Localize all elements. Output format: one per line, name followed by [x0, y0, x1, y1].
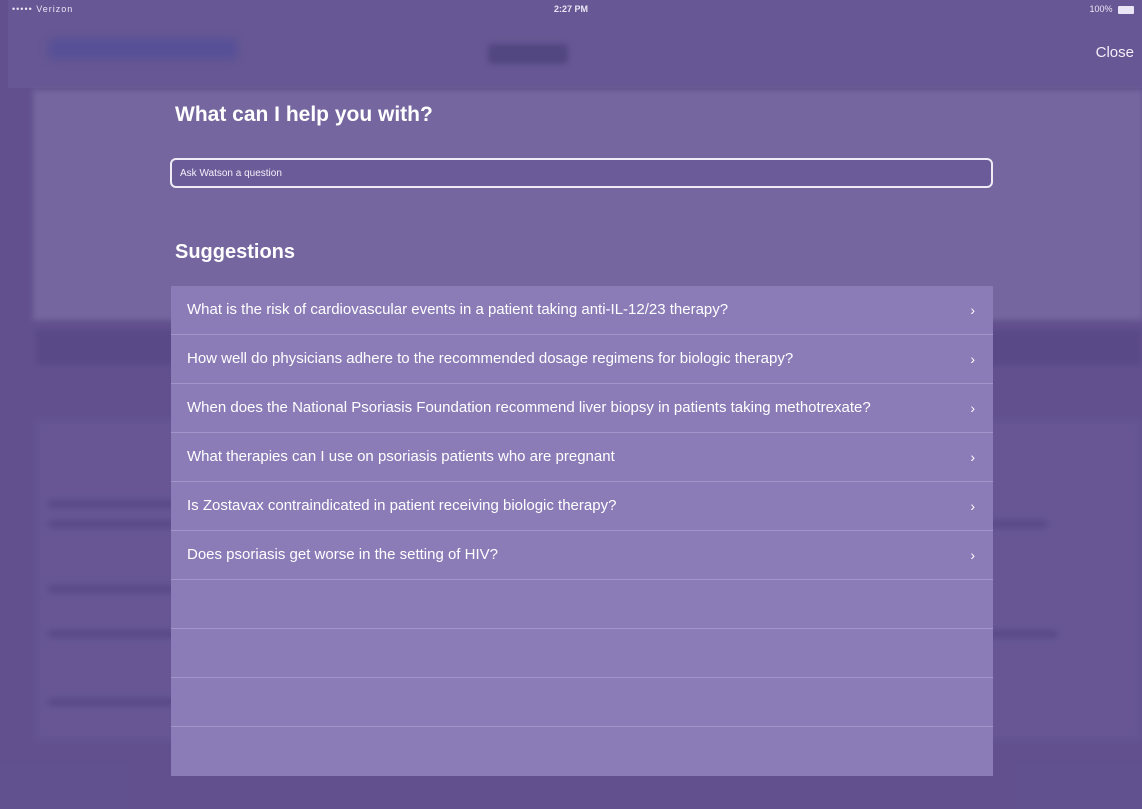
empty-row — [171, 629, 993, 678]
battery-percent: 100% — [1089, 4, 1113, 14]
suggestion-text: Does psoriasis get worse in the setting … — [187, 546, 498, 563]
suggestion-text: How well do physicians adhere to the rec… — [187, 350, 794, 367]
suggestions-heading: Suggestions — [175, 241, 296, 263]
empty-row — [171, 678, 993, 727]
clock: 2:27 PM — [554, 4, 589, 14]
battery-indicator: 100% — [1089, 4, 1134, 14]
chevron-right-icon: › — [970, 400, 975, 416]
chevron-right-icon: › — [970, 302, 975, 318]
battery-icon — [1118, 5, 1134, 14]
suggestions-list: What is the risk of cardiovascular event… — [171, 286, 993, 776]
chevron-right-icon: › — [970, 547, 975, 563]
chevron-right-icon: › — [970, 351, 975, 367]
ask-watson-input[interactable] — [170, 158, 993, 188]
suggestion-text: Is Zostavax contraindicated in patient r… — [187, 497, 617, 514]
suggestion-item[interactable]: What is the risk of cardiovascular event… — [171, 286, 993, 335]
empty-row — [171, 580, 993, 629]
suggestion-text: What therapies can I use on psoriasis pa… — [187, 448, 615, 465]
suggestion-text: What is the risk of cardiovascular event… — [187, 301, 729, 318]
status-bar: ••••• Verizon 2:27 PM 100% — [0, 0, 1142, 22]
suggestion-item[interactable]: What therapies can I use on psoriasis pa… — [171, 433, 993, 482]
suggestion-text: When does the National Psoriasis Foundat… — [187, 399, 871, 416]
chevron-right-icon: › — [970, 498, 975, 514]
suggestion-item[interactable]: When does the National Psoriasis Foundat… — [171, 384, 993, 433]
suggestion-item[interactable]: Does psoriasis get worse in the setting … — [171, 531, 993, 580]
close-button[interactable]: Close — [1096, 44, 1134, 61]
suggestion-item[interactable]: How well do physicians adhere to the rec… — [171, 335, 993, 384]
help-heading: What can I help you with? — [175, 103, 433, 126]
carrier-label: ••••• Verizon — [12, 4, 74, 14]
suggestion-item[interactable]: Is Zostavax contraindicated in patient r… — [171, 482, 993, 531]
chevron-right-icon: › — [970, 449, 975, 465]
